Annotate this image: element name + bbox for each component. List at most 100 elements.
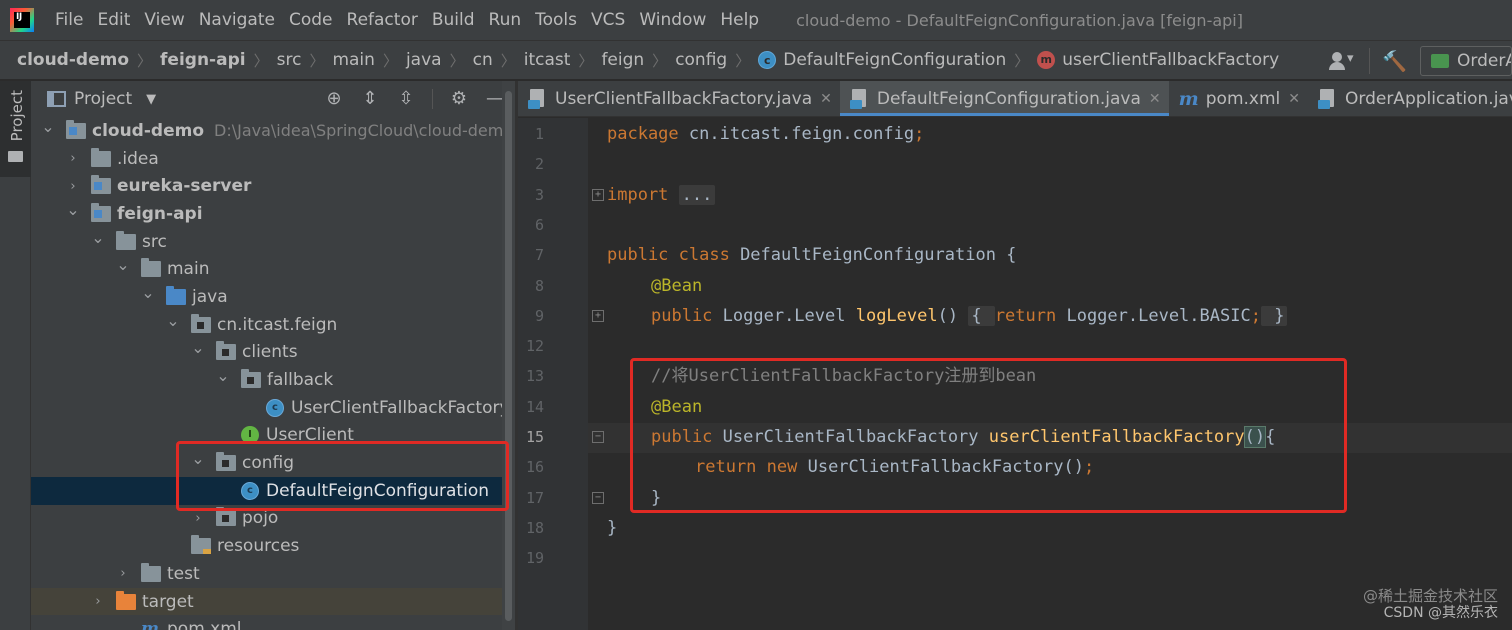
tree-item[interactable]: ⌄ java xyxy=(31,283,515,311)
menu-navigate[interactable]: Navigate xyxy=(192,10,282,30)
close-icon[interactable]: ✕ xyxy=(1288,91,1300,107)
code-line[interactable]: } xyxy=(607,513,617,543)
code-token: import xyxy=(607,184,679,205)
editor-tab[interactable]: OrderApplication.java✕ xyxy=(1308,81,1512,116)
breadcrumb-separator: 〉 xyxy=(652,51,668,70)
editor-tab[interactable]: DefaultFeignConfiguration.java ✕ xyxy=(839,81,1169,116)
menu-run[interactable]: Run xyxy=(482,10,529,30)
code-line[interactable]: package cn.itcast.feign.config; xyxy=(607,119,924,149)
breadcrumb-item-feign[interactable]: feign xyxy=(601,50,644,70)
tree-item[interactable]: › .idea xyxy=(31,145,515,173)
line-number: 8 xyxy=(534,276,544,295)
code-token: Logger.Level. xyxy=(1066,305,1200,326)
project-panel-title[interactable]: Project xyxy=(74,89,132,109)
editor-tab[interactable]: m pom.xml ✕ xyxy=(1169,81,1308,116)
collapse-all-icon[interactable]: ⇳ xyxy=(396,89,416,109)
tree-item[interactable]: ›mpom.xml xyxy=(31,615,515,630)
tree-item[interactable]: › eureka-server xyxy=(31,172,515,200)
code-line[interactable]: @Bean xyxy=(651,271,702,301)
chevron-down-icon[interactable]: ⌄ xyxy=(191,340,205,356)
tree-item[interactable]: ›cUserClientFallbackFactory xyxy=(31,394,515,422)
chevron-right-icon[interactable]: › xyxy=(66,151,80,166)
breadcrumb-item-main[interactable]: main xyxy=(332,50,374,70)
fold-expand-icon[interactable]: + xyxy=(592,309,604,322)
close-icon[interactable]: ✕ xyxy=(820,91,832,107)
tree-item[interactable]: ⌄ cn.itcast.feign xyxy=(31,311,515,339)
chevron-down-icon[interactable]: ▼ xyxy=(146,92,156,107)
locate-file-icon[interactable]: ⊕ xyxy=(324,89,344,109)
menu-vcs[interactable]: VCS xyxy=(584,10,632,30)
chevron-down-icon[interactable]: ⌄ xyxy=(116,257,130,273)
menu-help[interactable]: Help xyxy=(713,10,766,30)
menu-edit[interactable]: Edit xyxy=(90,10,137,30)
tool-tab-project[interactable]: Project xyxy=(0,81,31,177)
breadcrumb-item-config[interactable]: config xyxy=(675,50,727,70)
tree-item[interactable]: ⌄ fallback xyxy=(31,366,515,394)
fold-expand-icon[interactable]: + xyxy=(592,188,604,201)
editor-tab[interactable]: UserClientFallbackFactory.java ✕ xyxy=(518,81,840,116)
user-account-icon[interactable] xyxy=(1327,49,1357,73)
line-number: 19 xyxy=(525,549,544,568)
folder-icon xyxy=(116,230,136,250)
breadcrumb-item-method[interactable]: m userClientFallbackFactory xyxy=(1037,50,1279,70)
code-line[interactable]: public Logger.Level logLevel() { return … xyxy=(651,301,1288,331)
annotation-highlight-box xyxy=(176,441,509,511)
menu-refactor[interactable]: Refactor xyxy=(340,10,425,30)
folder-icon xyxy=(141,562,161,582)
toolbar-divider xyxy=(432,89,433,109)
project-panel-scrollbar[interactable] xyxy=(502,81,515,630)
menu-build[interactable]: Build xyxy=(425,10,482,30)
close-icon[interactable]: ✕ xyxy=(1149,91,1161,107)
breadcrumb-item-src[interactable]: src xyxy=(277,50,302,70)
chevron-down-icon[interactable]: ⌄ xyxy=(141,284,155,300)
gear-icon[interactable]: ⚙ xyxy=(449,89,469,109)
code-editor[interactable]: 1 2 3 6 7 8 9 12 13 14 15 16 17 18 19 package cn.itcas… xyxy=(518,118,1512,630)
chevron-right-icon[interactable]: › xyxy=(116,566,130,581)
code-line[interactable]: public class DefaultFeignConfiguration { xyxy=(607,240,1016,270)
tree-item[interactable]: ›resources xyxy=(31,532,515,560)
fold-collapse-icon[interactable]: − xyxy=(592,431,604,443)
java-class-file-icon xyxy=(528,89,548,109)
line-number: 1 xyxy=(534,125,544,143)
breadcrumb-item-java[interactable]: java xyxy=(406,50,442,70)
line-number: 7 xyxy=(534,246,544,265)
breadcrumb-item-cn[interactable]: cn xyxy=(473,50,493,70)
menu-file[interactable]: File xyxy=(48,10,90,30)
fold-collapse-icon[interactable]: − xyxy=(592,491,604,504)
menu-tools[interactable]: Tools xyxy=(528,10,584,30)
scrollbar-thumb[interactable] xyxy=(505,91,512,621)
tree-item-path: D:\Java\idea\SpringCloud\cloud-dem xyxy=(214,121,504,141)
breadcrumb-item-class[interactable]: c DefaultFeignConfiguration xyxy=(758,50,1006,70)
tree-item[interactable]: ⌄ src xyxy=(31,228,515,256)
chevron-right-icon[interactable]: › xyxy=(91,594,105,609)
chevron-down-icon[interactable]: ⌄ xyxy=(216,368,230,384)
code-line[interactable]: import ... xyxy=(607,180,716,210)
build-hammer-icon[interactable]: 🔨 xyxy=(1382,49,1407,73)
breadcrumb-item-feign-api[interactable]: feign-api xyxy=(160,50,246,70)
run-configuration-selector[interactable]: OrderA xyxy=(1420,46,1512,76)
chevron-right-icon[interactable]: › xyxy=(191,511,205,526)
code-token: ... xyxy=(678,184,716,205)
tree-item[interactable]: › test xyxy=(31,560,515,588)
menu-window[interactable]: Window xyxy=(632,10,713,30)
editor-tab-label: OrderApplication.java xyxy=(1345,89,1512,109)
chevron-down-icon[interactable]: ⌄ xyxy=(166,312,180,328)
breadcrumb-item-cloud-demo[interactable]: cloud-demo xyxy=(17,50,129,70)
expand-all-icon[interactable]: ⇕ xyxy=(360,89,380,109)
editor-tabs: UserClientFallbackFactory.java ✕ DefaultFe… xyxy=(518,81,1512,117)
chevron-down-icon[interactable]: ⌄ xyxy=(91,229,105,245)
project-panel-tools: ⊕ ⇕ ⇳ ⚙ — xyxy=(324,81,505,117)
tree-item[interactable]: › target xyxy=(31,587,515,616)
breadcrumb-item-itcast[interactable]: itcast xyxy=(524,50,571,70)
chevron-right-icon[interactable]: › xyxy=(66,179,80,194)
line-number: 13 xyxy=(525,367,544,386)
menu-code[interactable]: Code xyxy=(282,10,340,30)
tree-item[interactable]: ⌄ main xyxy=(31,255,515,283)
menu-view[interactable]: View xyxy=(137,10,191,30)
chevron-down-icon[interactable]: ⌄ xyxy=(66,201,80,217)
tool-tab-project-label: Project xyxy=(8,90,26,142)
chevron-down-icon[interactable]: ⌄ xyxy=(41,118,55,134)
tree-item[interactable]: ⌄ feign-api xyxy=(31,200,515,228)
tree-item[interactable]: ⌄ clients xyxy=(31,339,515,367)
tree-item[interactable]: ⌄ cloud-demo D:\Java\idea\SpringCloud\clou… xyxy=(31,117,515,145)
